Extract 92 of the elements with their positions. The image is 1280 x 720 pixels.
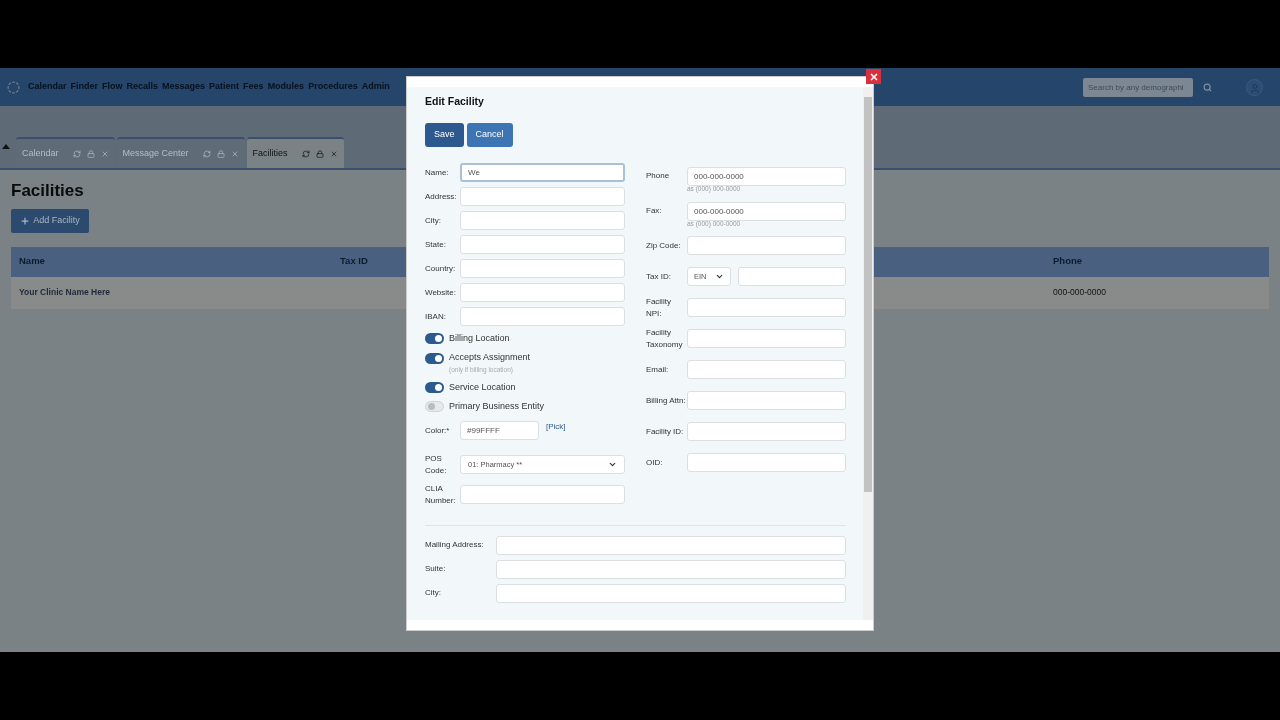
field-label: State:: [425, 238, 447, 251]
toggle-label: Accepts Assignment: [449, 351, 531, 365]
lock-icon[interactable]: [216, 149, 225, 158]
pick-link[interactable]: [Pick]: [546, 420, 566, 433]
field-label: City:: [425, 587, 442, 599]
text-field[interactable]: [460, 211, 625, 231]
close-icon: [868, 71, 879, 82]
nav-link[interactable]: Flow: [102, 80, 123, 94]
text-field[interactable]: [460, 187, 625, 207]
search-icon[interactable]: [1203, 82, 1212, 92]
field-label: Billing Attn:: [646, 394, 687, 407]
page-title: Facilities: [11, 180, 84, 202]
toggle-switch[interactable]: [425, 333, 444, 344]
nav-link[interactable]: Procedures: [308, 80, 358, 94]
nav-link[interactable]: Admin: [361, 80, 390, 94]
tab[interactable]: Facilities: [246, 137, 344, 168]
column-header: Tax ID: [340, 254, 369, 269]
text-field[interactable]: [687, 453, 846, 473]
field-label: CLIA Number:: [425, 482, 457, 507]
text-field[interactable]: We: [460, 163, 625, 183]
close-icon[interactable]: [100, 149, 109, 158]
text-field[interactable]: [687, 422, 846, 442]
text-field[interactable]: [496, 535, 846, 555]
nav-link[interactable]: Fees: [243, 80, 264, 94]
field-label: Facility NPI:: [646, 295, 672, 320]
table-cell: Your Clinic Name Here: [19, 286, 110, 299]
field-label: Phone: [646, 170, 671, 183]
refresh-icon[interactable]: [72, 149, 81, 158]
text-field[interactable]: 000-000-0000: [687, 166, 846, 186]
field-label: Country:: [425, 262, 457, 275]
field-label: Fax:: [646, 205, 663, 217]
text-field[interactable]: [496, 559, 846, 579]
text-field[interactable]: [687, 236, 846, 256]
field-label: Tax ID:: [646, 270, 672, 283]
text-field[interactable]: [687, 329, 846, 349]
toggle-label: Primary Business Entity: [449, 400, 545, 413]
dialog-title: Edit Facility: [425, 94, 485, 109]
refresh-icon[interactable]: [301, 149, 310, 158]
refresh-icon[interactable]: [202, 149, 211, 158]
field-label: Address:: [425, 190, 458, 203]
field-label: IBAN:: [425, 310, 447, 323]
close-icon[interactable]: [230, 149, 239, 158]
column-header: Name: [19, 254, 46, 269]
nav-link[interactable]: Finder: [70, 80, 99, 94]
tax-id-field[interactable]: [738, 267, 846, 287]
text-field[interactable]: 000-000-0000: [687, 201, 846, 221]
lock-icon[interactable]: [86, 149, 95, 158]
field-label: Suite:: [425, 563, 447, 575]
text-field[interactable]: [460, 235, 625, 255]
toggle-switch[interactable]: [425, 352, 444, 364]
chevron-icon: [608, 460, 617, 469]
field-label: Mailing Address:: [425, 539, 485, 551]
plus-icon: [20, 215, 31, 226]
nav-link[interactable]: Messages: [162, 80, 206, 94]
nav-link[interactable]: Patient: [209, 80, 240, 94]
toggle-label: Service Location: [449, 380, 516, 394]
field-label: City:: [425, 214, 442, 227]
text-field[interactable]: [496, 583, 846, 603]
field-label: Website:: [425, 286, 457, 299]
text-field[interactable]: [687, 391, 846, 411]
toggle-label: Billing Location: [449, 331, 510, 345]
nav-link[interactable]: Modules: [267, 80, 305, 94]
field-label: Facility Taxonomy: [646, 326, 684, 351]
save-button[interactable]: Save: [425, 122, 464, 147]
add-facility-button[interactable]: Add Facility: [11, 208, 89, 233]
field-label: POS Code:: [425, 452, 448, 477]
field-label: Name:: [425, 166, 450, 179]
lock-icon[interactable]: [315, 149, 324, 158]
cancel-button[interactable]: Cancel: [466, 122, 513, 147]
text-field[interactable]: [687, 360, 846, 380]
toggle-switch[interactable]: [425, 381, 444, 393]
text-field[interactable]: [460, 307, 625, 327]
toggle-switch[interactable]: [425, 401, 444, 413]
text-field[interactable]: [687, 298, 846, 318]
text-field[interactable]: [460, 259, 625, 279]
collapse-caret-icon[interactable]: [2, 144, 10, 149]
column-header: Phone: [1053, 254, 1084, 269]
table-cell-text: 000-000-0000: [1053, 286, 1107, 299]
text-field[interactable]: [460, 283, 625, 303]
color-field[interactable]: #99FFFF: [460, 420, 539, 440]
user-avatar[interactable]: [1246, 78, 1263, 96]
text-field[interactable]: [460, 485, 625, 504]
field-label: Facility ID:: [646, 425, 685, 438]
field-label: Color:*: [425, 424, 451, 437]
close-icon[interactable]: [329, 149, 338, 158]
field-label: Email:: [646, 363, 670, 376]
field-label: Zip Code:: [646, 239, 682, 252]
field-label: OID:: [646, 456, 664, 469]
nav-link[interactable]: Recalls: [126, 80, 159, 94]
logo-icon: [7, 80, 20, 94]
nav-link[interactable]: Calendar: [28, 80, 67, 94]
close-button[interactable]: [866, 69, 881, 84]
